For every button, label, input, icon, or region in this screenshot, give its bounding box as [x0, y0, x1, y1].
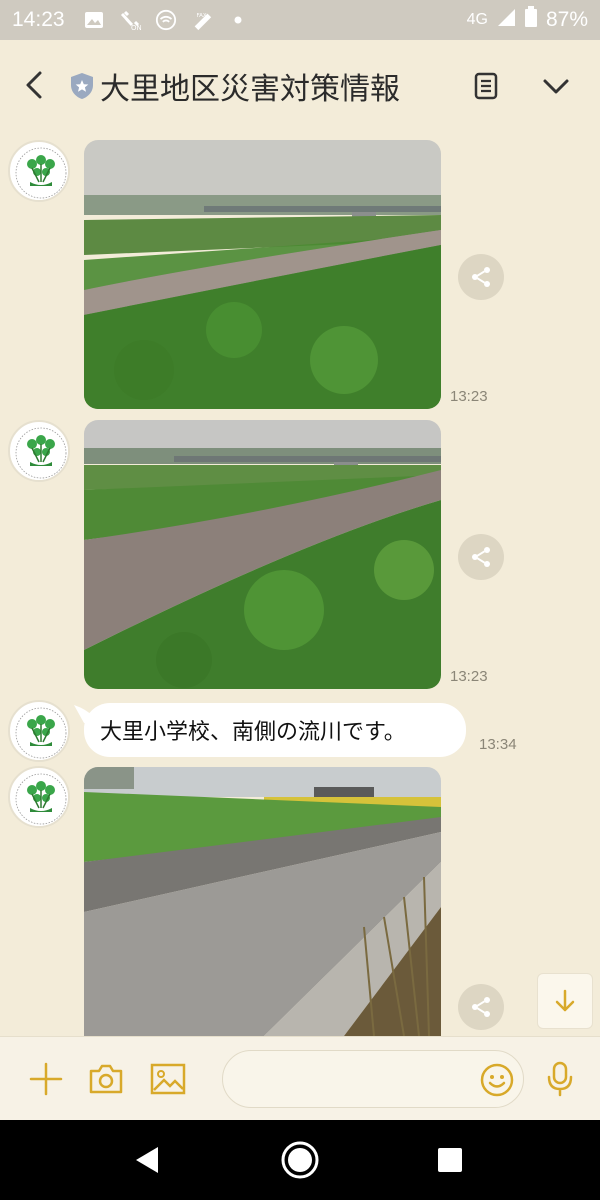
fax-icon: FAX: [191, 9, 213, 31]
message-input-bar: [0, 1036, 600, 1120]
plus-button[interactable]: [26, 1059, 66, 1099]
avatar[interactable]: [8, 420, 70, 482]
chevron-down-icon: [543, 79, 569, 94]
status-time: 14:23: [12, 8, 65, 31]
wifi-call-icon: [155, 9, 177, 31]
menu-toggle-button[interactable]: [538, 68, 574, 104]
recents-square-icon: [438, 1148, 462, 1172]
svg-text:FAX: FAX: [196, 13, 206, 19]
back-triangle-icon: [136, 1147, 158, 1173]
official-shield-icon: [70, 72, 94, 100]
status-bar: 14:23 ON FAX 4G 87%: [0, 0, 600, 40]
flower-logo-icon: [12, 144, 68, 200]
mic-icon: [547, 1061, 573, 1097]
nav-back-button[interactable]: [128, 1140, 168, 1180]
back-button[interactable]: [18, 68, 52, 102]
emoji-button[interactable]: [477, 1060, 517, 1100]
scroll-to-bottom-button[interactable]: [537, 973, 593, 1029]
system-nav-bar: [0, 1120, 600, 1200]
chat-image-canal[interactable]: [84, 767, 441, 1036]
share-button[interactable]: [458, 254, 504, 300]
nav-recents-button[interactable]: [430, 1140, 470, 1180]
svg-text:ON: ON: [131, 24, 141, 31]
message-time: 13:23: [450, 388, 488, 405]
note-icon: [474, 72, 498, 100]
message-input[interactable]: [222, 1050, 524, 1108]
back-icon: [26, 71, 42, 99]
message-time: 13:34: [479, 736, 517, 753]
chat-header: 大里地区災害対策情報: [0, 40, 600, 132]
emoji-icon: [480, 1063, 514, 1097]
plus-icon: [29, 1062, 63, 1096]
home-circle-icon: [281, 1141, 319, 1179]
battery-percent: 87%: [545, 8, 588, 31]
image-button[interactable]: [148, 1059, 188, 1099]
flower-logo-icon: [12, 424, 68, 480]
camera-icon: [89, 1064, 123, 1094]
arrow-down-icon: [555, 989, 575, 1012]
gallery-icon: [83, 9, 105, 31]
share-icon: [472, 547, 490, 567]
message-bubble[interactable]: 大里小学校、南側の流川です。: [84, 703, 466, 757]
note-button[interactable]: [468, 68, 504, 104]
chat-messages[interactable]: 13:23 13:23 大里小学校、南側の流川です。 13:34: [0, 132, 600, 1036]
share-icon: [472, 267, 490, 287]
share-button[interactable]: [458, 984, 504, 1030]
flower-logo-icon: [12, 770, 68, 826]
avatar[interactable]: [8, 140, 70, 202]
message-time: 13:23: [450, 668, 488, 685]
network-type: 4G: [466, 11, 488, 28]
chat-image-river-1[interactable]: [84, 140, 441, 409]
volte-icon: ON: [119, 9, 141, 31]
dot-icon: [227, 9, 249, 31]
camera-button[interactable]: [86, 1059, 126, 1099]
share-button[interactable]: [458, 534, 504, 580]
chat-image-river-2[interactable]: [84, 420, 441, 689]
flower-logo-icon: [12, 704, 68, 760]
image-icon: [150, 1063, 186, 1095]
signal-icon: [496, 7, 516, 33]
chat-title: 大里地区災害対策情報: [100, 72, 400, 107]
avatar[interactable]: [8, 766, 70, 828]
battery-icon: [524, 6, 538, 34]
nav-home-button[interactable]: [280, 1140, 320, 1180]
mic-button[interactable]: [540, 1059, 580, 1099]
share-icon: [472, 997, 490, 1017]
avatar[interactable]: [8, 700, 70, 762]
